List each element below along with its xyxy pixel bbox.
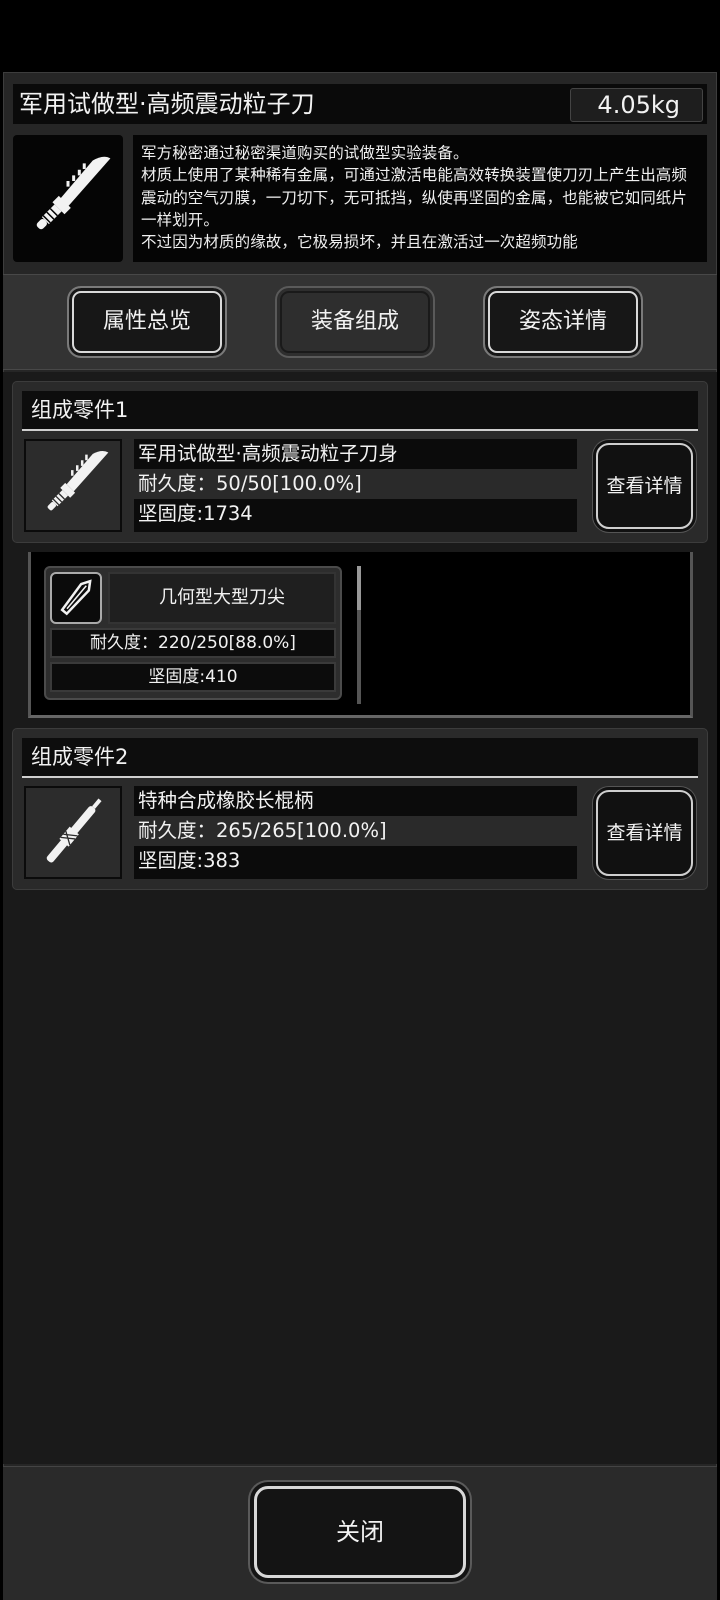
- subcomponent-durability: 耐久度：220/250[88.0%]: [50, 628, 336, 658]
- component-hardness: 坚固度:383: [138, 849, 241, 872]
- subcomponent-hardness: 坚固度:410: [50, 662, 336, 692]
- subcomponent-icon-frame: [50, 572, 102, 624]
- component-header: 组成零件1: [22, 391, 698, 429]
- view-details-button[interactable]: 查看详情: [596, 443, 693, 529]
- component-icon-frame: [24, 786, 122, 879]
- tab-equipment-composition[interactable]: 装备组成: [275, 286, 435, 358]
- blade-tip-icon: [60, 579, 92, 616]
- knife-blade-icon: [47, 451, 109, 511]
- component-name: 军用试做型·高频震动粒子刀身: [138, 442, 398, 465]
- tab-label: 属性总览: [102, 309, 191, 334]
- knife-icon: [36, 156, 111, 230]
- tab-label: 姿态详情: [518, 309, 607, 334]
- item-icon-frame: [13, 135, 123, 262]
- item-title: 军用试做型·高频震动粒子刀: [19, 90, 315, 118]
- tab-label: 装备组成: [310, 309, 399, 334]
- view-details-button[interactable]: 查看详情: [596, 790, 693, 876]
- item-weight: 4.05kg: [570, 88, 703, 122]
- tab-stance-details[interactable]: 姿态详情: [483, 286, 643, 358]
- header-divider: [22, 429, 698, 431]
- rubber-handle-icon: [46, 798, 102, 863]
- component-icon-frame: [24, 439, 122, 532]
- item-description-box[interactable]: 军方秘密通过秘密渠道购买的试做型实验装备。 材质上使用了某种稀有金属，可通过激活…: [133, 135, 707, 262]
- tab-attribute-overview[interactable]: 属性总览: [67, 286, 227, 358]
- close-button[interactable]: 关闭: [254, 1486, 466, 1578]
- component-durability: 耐久度：50/50[100.0%]: [134, 469, 577, 499]
- component-info: 特种合成橡胶长棍柄 耐久度：265/265[100.0%] 坚固度:383: [134, 786, 577, 879]
- component-durability: 耐久度：265/265[100.0%]: [134, 816, 577, 846]
- component-info: 军用试做型·高频震动粒子刀身 耐久度：50/50[100.0%] 坚固度:173…: [134, 439, 577, 532]
- item-description: 军方秘密通过秘密渠道购买的试做型实验装备。 材质上使用了某种稀有金属，可通过激活…: [141, 144, 688, 252]
- scrollbar-thumb[interactable]: [357, 566, 361, 610]
- component-hardness: 坚固度:1734: [138, 502, 253, 525]
- component-name: 特种合成橡胶长棍柄: [138, 789, 314, 812]
- header-divider: [22, 776, 698, 778]
- subcomponent-name: 几何型大型刀尖: [108, 572, 336, 624]
- component-header: 组成零件2: [22, 738, 698, 776]
